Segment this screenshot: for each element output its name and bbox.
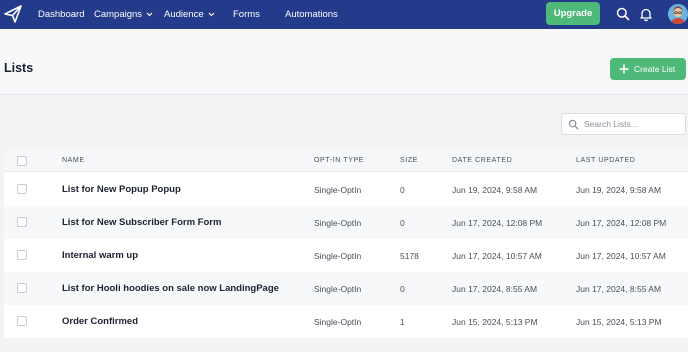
col-date-created[interactable]: DATE CREATED [452, 157, 512, 164]
list-name-link[interactable]: List for Hooli hoodies on sale now Landi… [62, 283, 279, 294]
row-checkbox[interactable] [17, 316, 27, 326]
top-navbar: Dashboard Campaigns Audience Forms Autom… [0, 0, 688, 29]
table-header: NAME OPT-IN TYPE SIZE DATE CREATED LAST … [4, 150, 688, 172]
last-updated: Jun 19, 2024, 9:58 AM [576, 185, 662, 195]
create-list-label: Create List [634, 64, 676, 74]
date-created: Jun 19, 2024, 9:58 AM [452, 185, 538, 195]
date-created: Jun 17, 2024, 8:55 AM [452, 284, 538, 294]
search-icon[interactable] [615, 6, 631, 22]
row-checkbox[interactable] [17, 250, 27, 260]
create-list-button[interactable]: Create List [610, 58, 686, 80]
list-size: 1 [400, 317, 405, 327]
list-size: 0 [400, 185, 405, 195]
list-name-link[interactable]: List for New Subscriber Form Form [62, 217, 221, 228]
table-row[interactable]: Internal warm up Single-OptIn 5178 Jun 1… [4, 239, 688, 272]
row-checkbox[interactable] [17, 283, 27, 293]
optin-type: Single-OptIn [314, 284, 362, 294]
optin-type: Single-OptIn [314, 218, 362, 228]
list-name-link[interactable]: Internal warm up [62, 250, 138, 261]
paper-plane-logo-icon[interactable] [2, 3, 24, 25]
upgrade-button[interactable]: Upgrade [546, 2, 600, 25]
list-name-link[interactable]: List for New Popup Popup [62, 184, 181, 195]
nav-automations-label: Automations [285, 9, 338, 20]
nav-dashboard-label: Dashboard [38, 9, 85, 20]
nav-campaigns-label: Campaigns [94, 9, 143, 20]
col-last-updated[interactable]: LAST UPDATED [576, 157, 635, 164]
nav-forms[interactable]: Forms [233, 0, 260, 29]
col-size[interactable]: SIZE [400, 157, 418, 164]
nav-automations[interactable]: Automations [285, 0, 338, 29]
page-header [0, 29, 688, 95]
col-name[interactable]: NAME [62, 157, 85, 164]
list-size: 5178 [400, 251, 419, 261]
table-row[interactable]: List for New Subscriber Form Form Single… [4, 206, 688, 239]
last-updated: Jun 15, 2024, 5:13 PM [576, 317, 662, 327]
last-updated: Jun 17, 2024, 10:57 AM [576, 251, 666, 261]
chevron-down-icon [208, 12, 215, 17]
search-input[interactable] [584, 117, 682, 131]
last-updated: Jun 17, 2024, 12:08 PM [576, 218, 667, 228]
optin-type: Single-OptIn [314, 317, 362, 327]
col-optin-type[interactable]: OPT-IN TYPE [314, 157, 364, 164]
list-size: 0 [400, 284, 405, 294]
table-row[interactable]: Order Confirmed Single-OptIn 1 Jun 15, 2… [4, 305, 688, 338]
plus-icon [619, 64, 629, 74]
lists-table: NAME OPT-IN TYPE SIZE DATE CREATED LAST … [4, 150, 688, 338]
row-checkbox[interactable] [17, 217, 27, 227]
bell-icon[interactable] [638, 6, 654, 22]
nav-forms-label: Forms [233, 9, 260, 20]
date-created: Jun 15, 2024, 5:13 PM [452, 317, 538, 327]
table-row[interactable]: List for Hooli hoodies on sale now Landi… [4, 272, 688, 305]
page-title: Lists [4, 61, 34, 75]
last-updated: Jun 17, 2024, 8:55 AM [576, 284, 662, 294]
row-checkbox[interactable] [17, 184, 27, 194]
date-created: Jun 17, 2024, 10:57 AM [452, 251, 542, 261]
search-lists-field[interactable] [561, 113, 686, 135]
nav-audience[interactable]: Audience [164, 0, 215, 29]
optin-type: Single-OptIn [314, 185, 362, 195]
nav-audience-label: Audience [164, 9, 204, 20]
date-created: Jun 17, 2024, 12:08 PM [452, 218, 543, 228]
nav-campaigns[interactable]: Campaigns [94, 0, 153, 29]
chevron-down-icon [146, 12, 153, 17]
list-name-link[interactable]: Order Confirmed [62, 316, 138, 327]
user-avatar[interactable] [668, 4, 688, 24]
optin-type: Single-OptIn [314, 251, 362, 261]
search-icon [568, 119, 579, 130]
nav-dashboard[interactable]: Dashboard [38, 0, 84, 29]
table-row[interactable]: List for New Popup Popup Single-OptIn 0 … [4, 173, 688, 206]
select-all-checkbox[interactable] [17, 156, 27, 166]
list-size: 0 [400, 218, 405, 228]
